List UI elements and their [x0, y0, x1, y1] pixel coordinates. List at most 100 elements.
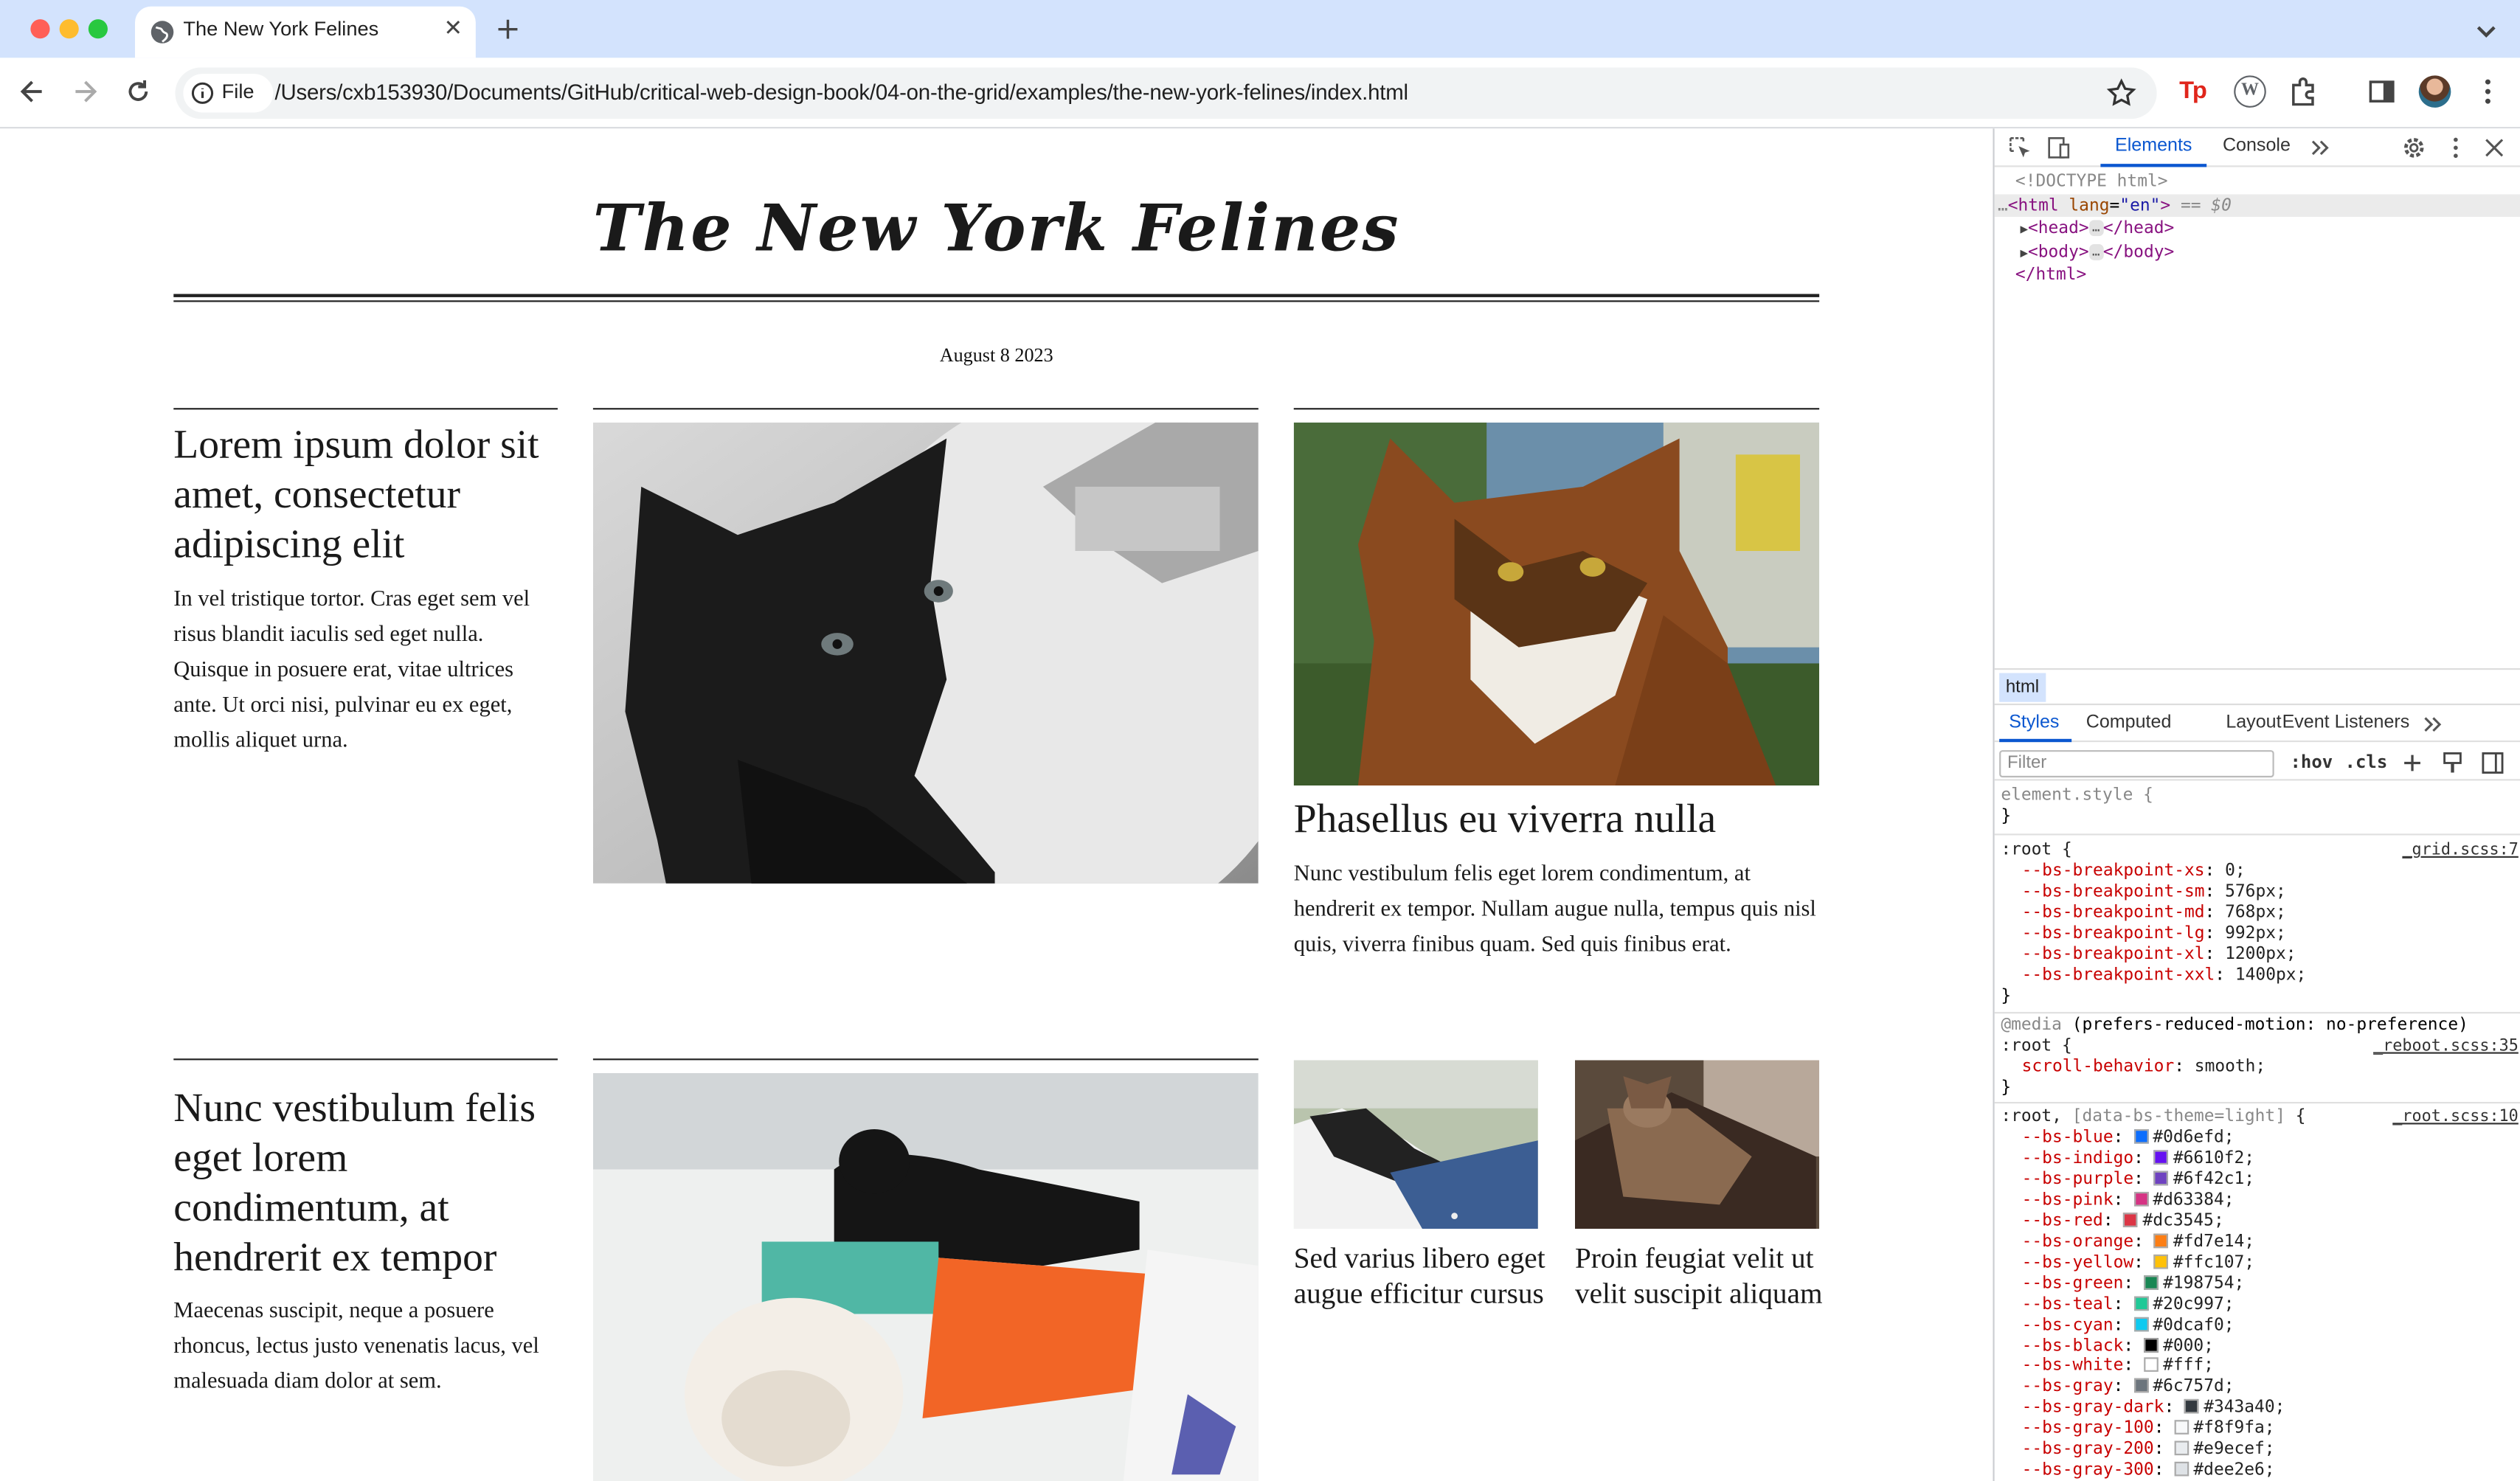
color-swatch[interactable]: [2133, 1378, 2148, 1394]
css-declaration[interactable]: --bs-pink: #d63384;: [2001, 1190, 2520, 1210]
media-query: @media (prefers-reduced-motion: no-prefe…: [2001, 1015, 2468, 1035]
css-declaration[interactable]: --bs-breakpoint-xs: 0;: [2001, 861, 2520, 881]
site-info-chip[interactable]: File: [183, 74, 274, 113]
color-swatch[interactable]: [2174, 1420, 2189, 1435]
css-declaration[interactable]: --bs-breakpoint-sm: 576px;: [2001, 882, 2520, 903]
new-style-rule-icon[interactable]: [2400, 750, 2426, 776]
css-declaration[interactable]: --bs-purple: #6f42c1;: [2001, 1169, 2520, 1190]
rule-divider: [1994, 1012, 2520, 1014]
color-swatch[interactable]: [2143, 1337, 2159, 1352]
color-swatch[interactable]: [2143, 1358, 2159, 1373]
inspect-element-icon[interactable]: [2007, 135, 2033, 161]
browser-tab[interactable]: The New York Felines ✕: [134, 6, 476, 58]
class-toggle-button[interactable]: .cls: [2345, 752, 2388, 772]
css-declaration[interactable]: --bs-gray-dark: #343a40;: [2001, 1398, 2520, 1418]
color-swatch[interactable]: [2143, 1274, 2159, 1290]
devtools-menu-icon[interactable]: [2443, 135, 2468, 161]
wordpress-extension-icon[interactable]: W: [2234, 75, 2266, 108]
new-tab-button[interactable]: +: [492, 11, 525, 46]
breadcrumb-html[interactable]: html: [1999, 673, 2046, 702]
color-swatch[interactable]: [2174, 1441, 2189, 1456]
color-swatch[interactable]: [2153, 1254, 2169, 1269]
css-declaration[interactable]: --bs-red: #dc3545;: [2001, 1211, 2520, 1232]
tab-console[interactable]: Console: [2223, 136, 2291, 156]
dom-html-end[interactable]: </html>: [1995, 264, 2520, 288]
minimize-window-button[interactable]: [59, 19, 79, 39]
dom-html-node[interactable]: …<html lang="en"> == $0: [1994, 193, 2520, 218]
color-swatch[interactable]: [2133, 1191, 2148, 1207]
element-style-rule[interactable]: element.style {: [2001, 785, 2520, 806]
settings-gear-icon[interactable]: [2401, 135, 2427, 161]
toggle-sidebar-icon[interactable]: [2480, 750, 2506, 776]
root-rule-selector[interactable]: :root {_reboot.scss:35: [2001, 1036, 2520, 1057]
more-subtabs-icon[interactable]: [2420, 712, 2446, 738]
color-swatch[interactable]: [2133, 1295, 2148, 1311]
url-text[interactable]: /Users/cxb153930/Documents/GitHub/critic…: [275, 80, 1408, 105]
bookmark-star-icon[interactable]: [2105, 77, 2138, 110]
css-declaration[interactable]: --bs-cyan: #0dcaf0;: [2001, 1315, 2520, 1336]
hover-state-button[interactable]: :hov: [2290, 752, 2333, 772]
tab-styles[interactable]: Styles: [2009, 713, 2059, 732]
color-swatch[interactable]: [2153, 1170, 2169, 1186]
kebab-menu-icon[interactable]: [2472, 75, 2505, 108]
css-declaration[interactable]: --bs-black: #000;: [2001, 1336, 2520, 1356]
css-declaration[interactable]: --bs-breakpoint-lg: 992px;: [2001, 923, 2520, 944]
rule-close: }: [2001, 806, 2012, 826]
source-link[interactable]: _reboot.scss:35: [2373, 1036, 2519, 1057]
paint-brush-icon[interactable]: [2440, 750, 2465, 776]
css-declaration[interactable]: --bs-gray-100: #f8f9fa;: [2001, 1419, 2520, 1440]
chevron-down-icon[interactable]: [2472, 16, 2501, 45]
extensions-puzzle-icon[interactable]: [2287, 75, 2319, 108]
tp-extension-icon[interactable]: Tp: [2179, 75, 2212, 108]
article-headline: Nunc vestibulum felis eget lorem condime…: [173, 1084, 536, 1281]
profile-avatar[interactable]: [2418, 75, 2451, 108]
color-swatch[interactable]: [2123, 1212, 2139, 1227]
css-declaration[interactable]: --bs-white: #fff;: [2001, 1356, 2520, 1377]
tab-computed[interactable]: Computed: [2086, 713, 2172, 732]
css-declaration[interactable]: scroll-behavior: smooth;: [2001, 1057, 2520, 1078]
css-declaration[interactable]: --bs-teal: #20c997;: [2001, 1294, 2520, 1314]
styles-filter-input[interactable]: Filter: [1999, 750, 2274, 778]
css-declaration[interactable]: --bs-blue: #0d6efd;: [2001, 1128, 2520, 1148]
dom-body-node[interactable]: ▶<body>… </body>: [1995, 240, 2520, 264]
more-tabs-icon[interactable]: [2308, 135, 2333, 161]
tab-event-listeners[interactable]: Event Listeners: [2282, 713, 2410, 732]
css-declaration[interactable]: --bs-gray-300: #dee2e6;: [2001, 1460, 2520, 1481]
close-devtools-icon[interactable]: [2482, 135, 2507, 161]
address-bar[interactable]: File /Users/cxb153930/Documents/GitHub/c…: [175, 67, 2157, 119]
article-headline: Proin feugiat velit ut velit suscipit al…: [1574, 1241, 1823, 1309]
root-rule-selector[interactable]: :root {_grid.scss:7: [2001, 840, 2520, 861]
black-cat-sink-photo: [592, 422, 1259, 884]
css-declaration[interactable]: --bs-yellow: #ffc107;: [2001, 1252, 2520, 1273]
tab-layout[interactable]: Layout: [2226, 713, 2281, 732]
back-arrow-icon[interactable]: [16, 75, 49, 108]
forward-arrow-icon[interactable]: [69, 75, 102, 108]
maximize-window-button[interactable]: [88, 19, 108, 39]
source-link[interactable]: _root.scss:10: [2392, 1107, 2519, 1128]
css-declaration[interactable]: --bs-green: #198754;: [2001, 1273, 2520, 1294]
close-window-button[interactable]: [30, 19, 50, 39]
css-declaration[interactable]: --bs-breakpoint-md: 768px;: [2001, 903, 2520, 923]
dom-head-node[interactable]: ▶<head>… </head>: [1995, 217, 2520, 240]
close-tab-icon[interactable]: ✕: [439, 15, 468, 44]
color-swatch[interactable]: [2133, 1316, 2148, 1331]
css-declaration[interactable]: --bs-gray: #6c757d;: [2001, 1377, 2520, 1398]
dom-doctype[interactable]: <!DOCTYPE html>: [1995, 170, 2520, 194]
active-subtab-indicator: [1999, 738, 2072, 743]
css-declaration[interactable]: --bs-breakpoint-xl: 1200px;: [2001, 945, 2520, 965]
side-panel-icon[interactable]: [2366, 75, 2398, 108]
css-declaration[interactable]: --bs-indigo: #6610f2;: [2001, 1148, 2520, 1169]
color-swatch[interactable]: [2184, 1399, 2199, 1415]
reload-icon[interactable]: [122, 75, 155, 108]
source-link[interactable]: _grid.scss:7: [2402, 840, 2518, 861]
css-declaration[interactable]: --bs-breakpoint-xxl: 1400px;: [2001, 965, 2520, 986]
color-swatch[interactable]: [2174, 1462, 2189, 1477]
tab-elements[interactable]: Elements: [2115, 136, 2192, 156]
color-swatch[interactable]: [2153, 1150, 2169, 1165]
theme-rule-selector[interactable]: :root, [data-bs-theme=light] {_root.scss…: [2001, 1107, 2520, 1128]
css-declaration[interactable]: --bs-orange: #fd7e14;: [2001, 1232, 2520, 1252]
device-toolbar-icon[interactable]: [2046, 135, 2071, 161]
color-swatch[interactable]: [2133, 1129, 2148, 1144]
css-declaration[interactable]: --bs-gray-200: #e9ecef;: [2001, 1440, 2520, 1460]
color-swatch[interactable]: [2153, 1233, 2169, 1248]
